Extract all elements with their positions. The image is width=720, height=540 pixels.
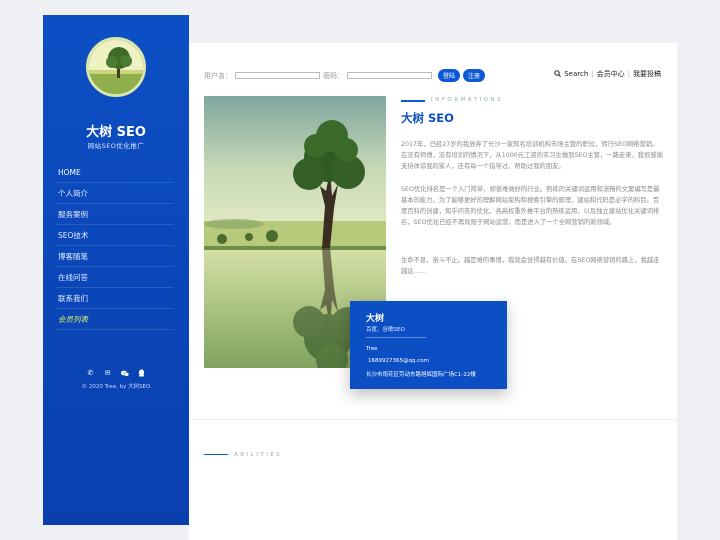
password-input[interactable]: [347, 72, 432, 79]
info-paragraph: SEO优化排名是一个入门简单，却很难做好的行业。熟练的关键词运用和流畅的文案编写…: [401, 186, 660, 226]
card-email[interactable]: 1689927365@qq.com: [368, 358, 429, 364]
card-subtitle: 百度、谷歌SEO: [366, 327, 405, 333]
copyright: © 2020 Tree. by 大树SEO: [81, 384, 151, 390]
abilities-accent-line: [204, 454, 228, 455]
login-button[interactable]: 登陆: [438, 69, 461, 82]
separator: |: [627, 70, 630, 78]
member-center-link[interactable]: 会员中心: [597, 69, 625, 79]
nav-item-contact[interactable]: 联系我们: [56, 288, 174, 309]
search-link[interactable]: Search: [564, 70, 588, 78]
nav-item-profile[interactable]: 个人简介: [56, 183, 174, 204]
register-button[interactable]: 注册: [463, 69, 486, 82]
abilities-label: ABILITIES: [234, 452, 283, 458]
submit-link[interactable]: 我要投稿: [633, 69, 661, 79]
card-address: 长沙市雨花区劳动东路旭辉国际广场C1-22楼: [366, 372, 476, 378]
social-icons: ✆ ✉: [43, 369, 189, 377]
nav-item-home[interactable]: HOME: [56, 162, 174, 183]
site-subtitle: 网站SEO优化推广: [87, 142, 145, 150]
username-label: 用户名：: [204, 71, 232, 80]
section-divider: [189, 419, 677, 420]
nav-item-seo[interactable]: SEO技术: [56, 225, 174, 246]
separator: |: [591, 70, 594, 78]
info-label: INFORMATIONS: [431, 97, 504, 103]
login-bar: 用户名： 密码： 登陆 注册: [204, 69, 486, 82]
profile-card: 大树 百度、谷歌SEO Tree 1689927365@qq.com 长沙市雨花…: [350, 301, 507, 389]
info-accent-line: [401, 100, 425, 102]
search-icon[interactable]: [554, 69, 562, 79]
card-tree: Tree: [366, 346, 378, 352]
info-title: 大树 SEO: [401, 111, 454, 125]
top-links: Search | 会员中心 | 我要投稿: [554, 69, 661, 79]
nav-item-qa[interactable]: 在线问答: [56, 267, 174, 288]
card-divider: [366, 337, 426, 338]
site-title[interactable]: 大树 SEO: [43, 121, 189, 140]
card-name: 大树: [366, 314, 385, 324]
info-paragraph: 2017年，已经27岁的我放弃了长沙一家知名培训机构市场主管的职位，转行SEO网…: [401, 141, 663, 170]
mail-icon[interactable]: ✉: [104, 369, 112, 377]
password-label: 密码：: [323, 71, 344, 80]
avatar[interactable]: [86, 37, 146, 97]
sidebar: 大树 SEO 网站SEO优化推广 HOME 个人简介 服务案例 SEO技术 博客…: [43, 15, 189, 525]
nav-item-cases[interactable]: 服务案例: [56, 204, 174, 225]
username-input[interactable]: [235, 72, 320, 79]
info-paragraph: 生命不息，奋斗不止。越是难的事情，我就会觉得越有价值。在SEO网络营销的路上，我…: [401, 257, 660, 275]
phone-icon[interactable]: ✆: [87, 369, 95, 377]
qq-icon[interactable]: [138, 369, 146, 377]
wechat-icon[interactable]: [120, 369, 129, 377]
main-panel: 用户名： 密码： 登陆 注册 Search | 会员中心 | 我要投稿 INFO…: [189, 43, 677, 540]
nav-item-members[interactable]: 会员列表: [56, 309, 174, 330]
sidebar-nav: HOME 个人简介 服务案例 SEO技术 博客随笔 在线问答 联系我们 会员列表: [56, 162, 174, 330]
nav-item-blog[interactable]: 博客随笔: [56, 246, 174, 267]
